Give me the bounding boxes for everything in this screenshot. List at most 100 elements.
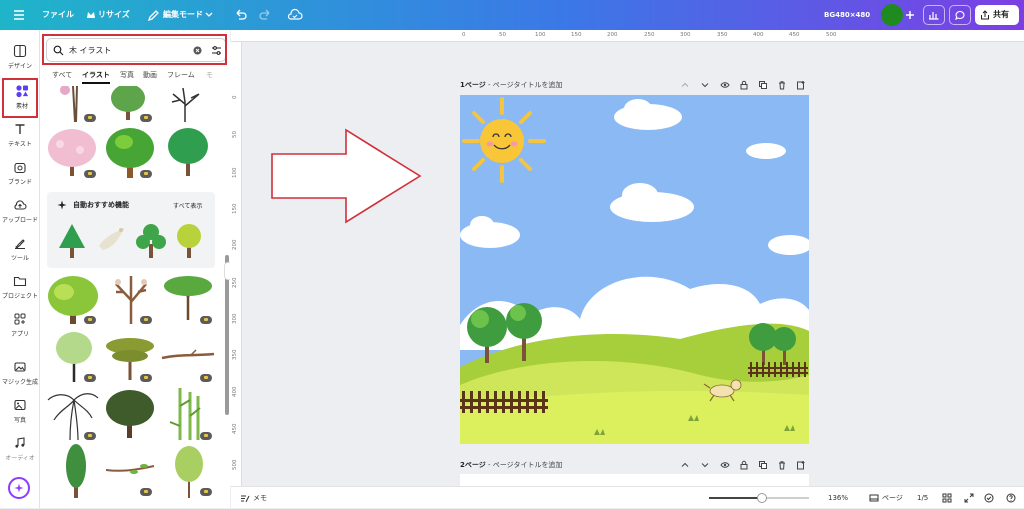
help-icon[interactable]	[1006, 493, 1016, 503]
eye-icon[interactable]	[720, 460, 730, 470]
see-all-link[interactable]: すべて表示	[173, 201, 202, 210]
trash-icon[interactable]	[777, 460, 787, 470]
premium-badge	[84, 170, 96, 178]
suggested-tree-thumbnail[interactable]	[135, 222, 167, 258]
share-button[interactable]: 共有	[975, 5, 1019, 25]
tab-more[interactable]: モ	[206, 70, 213, 84]
sparkle-icon	[14, 483, 24, 493]
tab-illustrations[interactable]: イラスト	[82, 70, 110, 84]
rail-item-magic-media[interactable]: マジック生成	[0, 356, 40, 394]
vertical-ruler: 0 50 100 150 200 250 300 350 400 450 500	[230, 42, 242, 486]
rail-item-audio[interactable]: オーディオ	[0, 432, 40, 470]
hamburger-menu-icon[interactable]	[11, 7, 27, 23]
fullscreen-icon[interactable]	[964, 493, 974, 503]
page-2-header: 2ページ - ページタイトルを追加	[460, 461, 563, 469]
page-label: 2ページ	[460, 461, 486, 469]
ruler-tick: 250	[232, 277, 238, 289]
premium-badge	[84, 114, 96, 122]
tab-photos[interactable]: 写真	[120, 70, 134, 84]
add-page-icon[interactable]	[796, 80, 806, 90]
page-counter: 1/5	[917, 494, 929, 502]
notes-icon	[241, 495, 250, 503]
rail-item-photos[interactable]: 写真	[0, 394, 40, 432]
ruler-tick: 300	[232, 313, 238, 325]
page-title-input[interactable]: ページタイトルを追加	[493, 461, 563, 469]
landscape-illustration	[460, 97, 809, 444]
comments-button[interactable]	[949, 5, 971, 25]
add-collaborator-icon[interactable]	[902, 7, 918, 23]
pages-icon	[869, 494, 879, 502]
bare-tree-thumbnail[interactable]	[160, 86, 210, 122]
ruler-tick: 100	[535, 32, 546, 38]
page-2-actions	[680, 458, 810, 472]
tab-videos[interactable]: 動画	[143, 70, 157, 84]
undo-icon[interactable]	[232, 7, 248, 23]
ruler-tick: 450	[232, 423, 238, 435]
insights-button[interactable]	[923, 5, 945, 25]
chevron-up-icon[interactable]	[680, 460, 690, 470]
acacia-tree-thumbnail[interactable]	[162, 274, 214, 320]
lock-icon[interactable]	[739, 80, 749, 90]
edit-mode-menu[interactable]: 編集モード	[163, 0, 203, 30]
rail-item-projects[interactable]: プロジェクト	[0, 270, 40, 308]
rail-item-brand[interactable]: ブランド	[0, 156, 40, 194]
cherry-blossom-tree-thumbnail[interactable]	[46, 128, 98, 176]
sparkle-icon	[57, 200, 67, 210]
zoom-level[interactable]: 136%	[828, 487, 848, 509]
rail-item-tools[interactable]: ツール	[0, 232, 40, 270]
rail-item-elements[interactable]: 素材	[2, 78, 38, 118]
side-rail: デザイン 素材 テキスト ブランド アップロード ツール プロジェクト アプリ …	[0, 30, 40, 508]
design-canvas[interactable]	[460, 95, 809, 444]
suggested-tree-thumbnail[interactable]	[57, 222, 87, 258]
rail-item-text[interactable]: テキスト	[0, 118, 40, 156]
page-1-header: 1ページ - ページタイトルを追加	[460, 81, 563, 89]
bar-chart-icon	[929, 12, 939, 20]
add-page-icon[interactable]	[796, 460, 806, 470]
magic-assistant-button[interactable]	[8, 477, 30, 499]
trash-icon[interactable]	[777, 80, 787, 90]
cloud-saved-icon[interactable]	[287, 7, 303, 23]
notes-button[interactable]: メモ	[253, 487, 267, 509]
zoom-slider-handle[interactable]	[757, 493, 767, 503]
suggested-bird-thumbnail[interactable]	[95, 224, 129, 256]
chevron-down-icon[interactable]	[700, 460, 710, 470]
lock-icon[interactable]	[739, 460, 749, 470]
cloud-upload-icon	[14, 200, 27, 210]
file-menu[interactable]: ファイル	[42, 0, 74, 30]
branch-with-leaves-thumbnail[interactable]	[104, 460, 156, 482]
branch-thumbnail[interactable]	[160, 348, 216, 364]
design-title[interactable]: BG480×480	[824, 0, 870, 30]
page-2-canvas[interactable]	[460, 474, 809, 486]
ruler-tick: 150	[571, 32, 582, 38]
redo-icon[interactable]	[258, 7, 274, 23]
duplicate-page-icon[interactable]	[758, 460, 768, 470]
ruler-tick: 500	[826, 32, 837, 38]
rail-label: テキスト	[8, 141, 32, 148]
magic-image-icon	[14, 362, 26, 372]
duplicate-page-icon[interactable]	[758, 80, 768, 90]
pages-button[interactable]: ページ	[882, 487, 903, 509]
rail-item-apps[interactable]: アプリ	[0, 308, 40, 346]
rail-label: アップロード	[1, 217, 38, 224]
tab-all[interactable]: すべて	[52, 70, 72, 84]
grid-view-icon[interactable]	[942, 493, 952, 503]
page-1-actions	[680, 78, 810, 92]
premium-badge	[140, 114, 152, 122]
cypress-tree-thumbnail[interactable]	[62, 444, 90, 498]
dark-tree-thumbnail[interactable]	[104, 388, 156, 438]
zoom-slider[interactable]	[709, 493, 809, 503]
avatar[interactable]	[881, 4, 903, 26]
resize-menu[interactable]: リサイズ	[98, 0, 130, 30]
tab-frames[interactable]: フレーム	[167, 70, 195, 84]
check-circle-icon[interactable]	[984, 493, 994, 503]
eye-icon[interactable]	[720, 80, 730, 90]
suggested-tree-thumbnail[interactable]	[175, 222, 203, 258]
round-tree-thumbnail[interactable]	[166, 126, 210, 176]
pencil-icon	[147, 10, 159, 22]
chevron-up-icon[interactable]	[680, 80, 690, 90]
chevron-down-icon[interactable]	[700, 80, 710, 90]
page-title-input[interactable]: ページタイトルを追加	[493, 81, 563, 89]
rail-item-uploads[interactable]: アップロード	[0, 194, 40, 232]
rail-item-design[interactable]: デザイン	[0, 40, 40, 78]
premium-badge	[84, 432, 96, 440]
